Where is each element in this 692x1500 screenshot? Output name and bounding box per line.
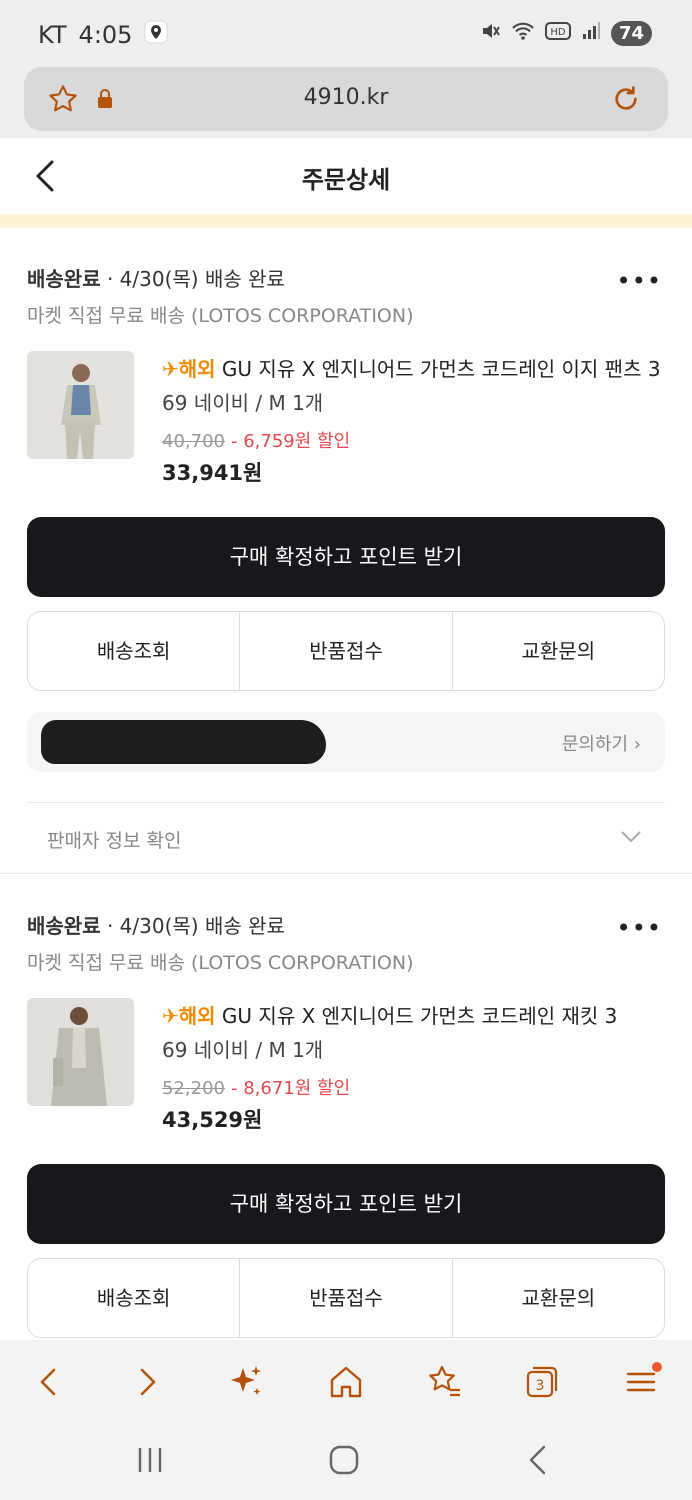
- tabs-icon[interactable]: 3: [522, 1362, 562, 1402]
- price-row: 52,200- 8,671원 할인: [162, 1074, 350, 1100]
- product-option: 69 네이비 / M 1개: [162, 391, 324, 415]
- original-price: 52,200: [162, 1078, 225, 1099]
- mute-icon: [479, 20, 501, 46]
- final-price: 43,529원: [162, 1108, 263, 1132]
- hd-icon: HD: [544, 21, 571, 45]
- more-options-icon[interactable]: •••: [617, 267, 662, 295]
- forward-arrow-icon[interactable]: [128, 1362, 168, 1402]
- bookmarks-icon[interactable]: [424, 1362, 464, 1402]
- product-name[interactable]: ✈해외 GU 지유 X 엔지니어드 가먼츠 코드레인 재킷 3: [162, 1000, 667, 1029]
- confirm-purchase-button[interactable]: 구매 확정하고 포인트 받기: [27, 517, 665, 597]
- discount-amount: - 6,759원 할인: [230, 431, 351, 452]
- reload-icon[interactable]: [610, 83, 642, 119]
- wifi-icon: [511, 21, 535, 45]
- status-bar: KT 4:05 HD 74: [0, 0, 692, 66]
- track-delivery-button[interactable]: 배송조회: [28, 1259, 241, 1337]
- redacted-seller-name: [41, 720, 326, 764]
- seller-inquiry-bar[interactable]: 문의하기 ›: [27, 712, 665, 772]
- divider: [27, 802, 665, 803]
- svg-text:HD: HD: [550, 27, 566, 38]
- original-price: 40,700: [162, 431, 225, 452]
- carrier: KT: [38, 21, 67, 49]
- shipping-info: 마켓 직접 무료 배송 (LOTOS CORPORATION): [27, 305, 414, 327]
- home-icon[interactable]: [326, 1362, 366, 1402]
- order-actions: 배송조회 반품접수 교환문의: [27, 1258, 665, 1338]
- system-navigation-bar: [0, 1422, 692, 1500]
- signal-icon: [581, 21, 601, 45]
- track-delivery-button[interactable]: 배송조회: [28, 612, 241, 690]
- battery-indicator: 74: [610, 20, 652, 46]
- confirm-purchase-button[interactable]: 구매 확정하고 포인트 받기: [27, 1164, 665, 1244]
- product-name[interactable]: ✈해외 GU 지유 X 엔지니어드 가먼츠 코드레인 이지 팬츠 3: [162, 353, 667, 382]
- overseas-tag: ✈해외: [162, 357, 216, 381]
- seller-info-toggle[interactable]: 판매자 정보 확인: [47, 826, 181, 853]
- section-divider: [0, 873, 692, 874]
- discount-amount: - 8,671원 할인: [230, 1078, 351, 1099]
- plane-icon: ✈: [162, 1004, 179, 1028]
- sparkle-icon[interactable]: [226, 1362, 266, 1402]
- product-thumbnail[interactable]: [27, 998, 134, 1106]
- return-request-button[interactable]: 반품접수: [240, 612, 453, 690]
- notice-strip: [0, 214, 692, 228]
- exchange-inquiry-button[interactable]: 교환문의: [453, 612, 664, 690]
- more-options-icon[interactable]: •••: [617, 914, 662, 942]
- order-actions: 배송조회 반품접수 교환문의: [27, 611, 665, 691]
- order-status: 배송완료 · 4/30(목) 배송 완료: [27, 914, 285, 938]
- browser-bottom-nav: 3: [0, 1340, 692, 1422]
- address-bar[interactable]: 4910.kr: [24, 67, 668, 131]
- chevron-down-icon[interactable]: [620, 829, 642, 848]
- price-row: 40,700- 6,759원 할인: [162, 427, 350, 453]
- menu-icon[interactable]: [622, 1362, 662, 1402]
- plane-icon: ✈: [162, 357, 179, 381]
- recent-apps-icon[interactable]: [134, 1444, 166, 1480]
- system-back-icon[interactable]: [522, 1444, 554, 1480]
- clock: 4:05: [78, 21, 133, 49]
- browser-toolbar: 4910.kr: [0, 66, 692, 138]
- return-request-button[interactable]: 반품접수: [240, 1259, 453, 1337]
- product-option: 69 네이비 / M 1개: [162, 1038, 324, 1062]
- exchange-inquiry-button[interactable]: 교환문의: [453, 1259, 664, 1337]
- product-thumbnail[interactable]: [27, 351, 134, 459]
- final-price: 33,941원: [162, 461, 263, 485]
- location-icon: [144, 20, 168, 50]
- tab-count: 3: [536, 1378, 545, 1394]
- overseas-tag: ✈해외: [162, 1004, 216, 1028]
- shipping-info: 마켓 직접 무료 배송 (LOTOS CORPORATION): [27, 952, 414, 974]
- page-title: 주문상세: [301, 166, 391, 194]
- inquiry-link[interactable]: 문의하기 ›: [562, 730, 641, 756]
- home-button-icon[interactable]: [328, 1444, 360, 1480]
- back-arrow-icon[interactable]: [28, 1362, 68, 1402]
- page-header: 주문상세: [0, 138, 692, 214]
- url-text: 4910.kr: [303, 85, 389, 110]
- order-status: 배송완료 · 4/30(목) 배송 완료: [27, 267, 285, 291]
